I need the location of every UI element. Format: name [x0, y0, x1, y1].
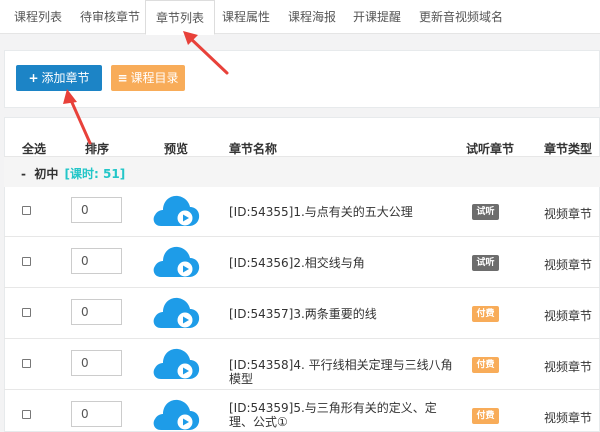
group-row[interactable]: - 初中 [课时: 51]	[4, 157, 600, 187]
sort-input[interactable]: 0	[71, 350, 122, 376]
annotation-arrow-tab	[183, 31, 229, 75]
cloud-play-icon[interactable]	[152, 243, 200, 279]
group-lesson-count: [课时: 51]	[64, 167, 126, 181]
row-checkbox[interactable]	[22, 359, 31, 368]
course-catalog-button[interactable]: ≡ 课程目录	[111, 65, 185, 91]
cloud-play-icon[interactable]	[152, 294, 200, 330]
chapter-type: 视频章节	[544, 411, 593, 425]
course-catalog-label: 课程目录	[130, 71, 179, 85]
row-checkbox[interactable]	[22, 308, 31, 317]
header-chapter-name: 章节名称	[229, 142, 278, 156]
header-select-all[interactable]: 全选	[22, 140, 46, 157]
sort-input[interactable]: 0	[71, 248, 122, 274]
table-row: 0 [ID:54356]2.相交线与角 试听 视频章节	[0, 237, 600, 287]
tab-pending-chapters[interactable]: 待审核章节	[80, 0, 140, 34]
cloud-play-icon[interactable]	[152, 396, 200, 432]
tab-course-list[interactable]: 课程列表	[14, 0, 62, 34]
chapter-title[interactable]: [ID:54358]4. 平行线相关定理与三线八角模型	[229, 358, 454, 386]
chapter-title[interactable]: [ID:54356]2.相交线与角	[229, 256, 454, 270]
trial-badge: 试听	[472, 204, 499, 220]
row-checkbox[interactable]	[22, 257, 31, 266]
plus-icon: +	[28, 71, 39, 85]
sort-input[interactable]: 0	[71, 197, 122, 223]
table-row: 0 [ID:54359]5.与三角形有关的定义、定理、公式① 付费 视频章节	[0, 390, 600, 432]
table-row: 0 [ID:54358]4. 平行线相关定理与三线八角模型 付费 视频章节	[0, 339, 600, 389]
tab-class-reminder[interactable]: 开课提醒	[353, 0, 401, 34]
header-preview: 预览	[164, 142, 189, 156]
annotation-arrow-add-button	[63, 89, 92, 145]
trial-badge: 试听	[472, 255, 499, 271]
cloud-play-icon[interactable]	[152, 345, 200, 381]
table-row: 0 [ID:54355]1.与点有关的五大公理 试听 视频章节	[0, 186, 600, 236]
cloud-play-icon[interactable]	[152, 192, 200, 228]
chapter-title[interactable]: [ID:54359]5.与三角形有关的定义、定理、公式①	[229, 401, 454, 429]
list-icon: ≡	[117, 71, 128, 85]
chapter-type: 视频章节	[544, 360, 593, 374]
sort-input[interactable]: 0	[71, 299, 122, 325]
sort-input[interactable]: 0	[71, 401, 122, 427]
table-row: 0 [ID:54357]3.两条重要的线 付费 视频章节	[0, 288, 600, 338]
paid-badge: 付费	[472, 408, 499, 424]
paid-badge: 付费	[472, 357, 499, 373]
paid-badge: 付费	[472, 306, 499, 322]
header-chapter-type: 章节类型	[544, 142, 593, 156]
row-checkbox[interactable]	[22, 206, 31, 215]
chapter-title[interactable]: [ID:54357]3.两条重要的线	[229, 307, 454, 321]
tab-course-poster[interactable]: 课程海报	[288, 0, 336, 34]
chapter-type: 视频章节	[544, 309, 593, 323]
group-label: - 初中 [课时: 51]	[21, 165, 125, 182]
add-chapter-label: 添加章节	[41, 71, 90, 85]
chapter-type: 视频章节	[544, 258, 593, 272]
group-name: 初中	[34, 167, 59, 181]
header-trial: 试听章节	[466, 142, 515, 156]
row-checkbox[interactable]	[22, 410, 31, 419]
tab-update-media-domain[interactable]: 更新音视频域名	[419, 0, 503, 34]
tab-course-attributes[interactable]: 课程属性	[222, 0, 270, 34]
chapter-title[interactable]: [ID:54355]1.与点有关的五大公理	[229, 205, 454, 219]
tab-bar: 课程列表 待审核章节 章节列表 课程属性 课程海报 开课提醒 更新音视频域名	[0, 0, 600, 35]
group-collapse-toggle[interactable]: -	[21, 167, 26, 181]
chapter-type: 视频章节	[544, 207, 593, 221]
